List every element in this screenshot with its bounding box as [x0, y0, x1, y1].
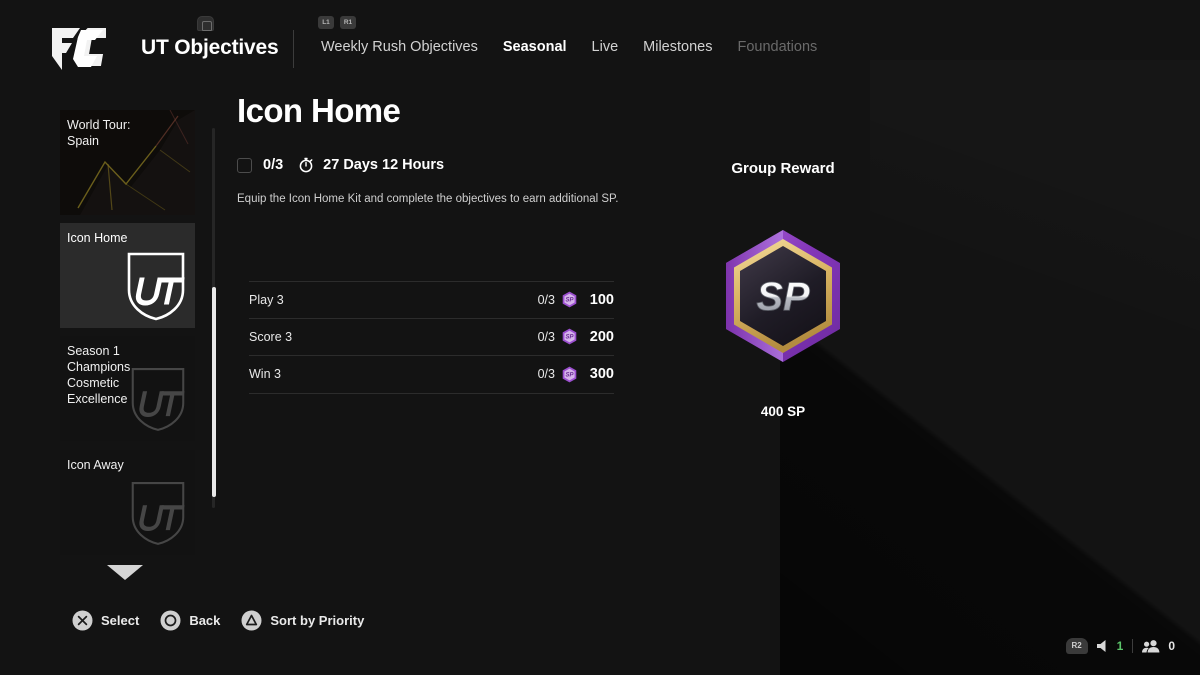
stopwatch-icon — [298, 157, 314, 173]
action-sort-by-priority[interactable]: Sort by Priority — [241, 610, 364, 631]
ea-fc-logo-icon — [50, 26, 106, 72]
ut-shield-icon — [125, 250, 187, 322]
reward-amount: 400 SP — [760, 404, 806, 419]
tab-foundations[interactable]: Foundations — [737, 39, 817, 55]
app-header: UT Objectives L1 R1 Weekly Rush Objectiv… — [0, 0, 1200, 86]
objective-progress: 0/3 — [263, 157, 284, 173]
svg-text:SP: SP — [565, 372, 574, 378]
voice-chat-count: 1 — [1116, 639, 1124, 653]
objective-name: Score 3 — [249, 329, 293, 344]
objective-meta: 0/3 27 Days 12 Hours — [237, 155, 637, 175]
sp-token-icon: SP — [562, 366, 577, 383]
objective-reward-group: 0/3 SP 300 — [538, 366, 614, 383]
r1-button-icon[interactable]: R1 — [340, 16, 356, 29]
sidebar-item-icon-home[interactable]: Icon Home — [60, 223, 195, 328]
tab-weekly-rush-objectives[interactable]: Weekly Rush Objectives — [321, 39, 478, 55]
objective-description: Equip the Icon Home Kit and complete the… — [237, 193, 619, 205]
action-select[interactable]: Select — [72, 610, 139, 631]
tab-seasonal[interactable]: Seasonal — [503, 39, 567, 55]
tab-live[interactable]: Live — [592, 39, 619, 55]
friends-count: 0 — [1168, 639, 1175, 653]
status-divider — [1132, 639, 1134, 653]
objective-row-progress: 0/3 — [537, 292, 555, 307]
people-icon — [1142, 639, 1161, 653]
sp-token-icon: SP — [562, 328, 577, 345]
action-label: Back — [189, 613, 221, 628]
objectives-table: Play 3 0/3 SP 100 Score 3 0/3 SP 200 Win… — [249, 281, 614, 394]
sidebar-item-label: Season 1 Champions Cosmetic Excellence — [67, 344, 131, 406]
table-row[interactable]: Win 3 0/3 SP 300 — [249, 356, 614, 394]
tab-bar: Weekly Rush Objectives Seasonal Live Mil… — [321, 39, 817, 55]
objective-detail-panel: Icon Home 0/3 27 Days 12 Hours Equip the… — [237, 92, 637, 207]
sidebar-item-world-tour-spain[interactable]: World Tour: Spain — [60, 110, 195, 215]
cross-button-icon — [72, 610, 93, 631]
objective-reward-group: 0/3 SP 100 — [538, 291, 614, 308]
svg-text:SP: SP — [565, 335, 574, 341]
sidebar-item-icon-away[interactable]: Icon Away — [60, 450, 195, 555]
header-divider — [293, 30, 294, 68]
page-title: UT Objectives — [141, 36, 279, 59]
speaker-icon — [1095, 639, 1110, 653]
objective-name: Play 3 — [249, 292, 284, 307]
background-highlight — [870, 60, 1200, 360]
tab-milestones[interactable]: Milestones — [643, 39, 712, 55]
circle-button-icon — [160, 610, 181, 631]
sidebar-item-label: Icon Home — [67, 231, 128, 245]
sp-token-icon: SP — [562, 291, 577, 308]
objective-time-remaining: 27 Days 12 Hours — [323, 157, 445, 173]
objective-title: Icon Home — [237, 92, 401, 129]
objective-row-progress: 0/3 — [537, 367, 555, 382]
sidebar-scrollbar-thumb[interactable] — [212, 287, 216, 497]
triangle-button-icon — [241, 610, 262, 631]
completion-checkbox-icon — [237, 157, 252, 173]
status-bar: R2 1 0 — [1065, 638, 1175, 654]
r2-button-icon[interactable]: R2 — [1065, 638, 1088, 654]
chevron-down-icon[interactable] — [107, 565, 143, 580]
sidebar-item-season-1-champions-cosmetic-excellence[interactable]: Season 1 Champions Cosmetic Excellence — [60, 336, 195, 441]
objective-group-sidebar: World Tour: Spain Icon Home Season 1 Cha… — [60, 110, 216, 580]
shoulder-buttons: L1 R1 — [318, 16, 356, 29]
objective-amount: 100 — [589, 291, 614, 308]
svg-text:SP: SP — [756, 275, 810, 319]
group-reward-panel: Group Reward SP 400 SP — [660, 160, 906, 419]
svg-text:SP: SP — [565, 298, 574, 304]
sidebar-item-label: Icon Away — [67, 458, 124, 472]
sp-reward-badge: SP — [660, 228, 906, 364]
lock-badge-icon — [197, 16, 214, 31]
table-row[interactable]: Play 3 0/3 SP 100 — [249, 281, 614, 319]
table-row[interactable]: Score 3 0/3 SP 200 — [249, 319, 614, 356]
action-label: Sort by Priority — [270, 613, 365, 628]
ut-shield-icon — [129, 479, 187, 547]
action-bar: Select Back Sort by Priority — [72, 610, 364, 631]
group-reward-title: Group Reward — [731, 160, 835, 177]
objective-reward-group: 0/3 SP 200 — [538, 328, 614, 345]
objective-name: Win 3 — [249, 367, 281, 382]
action-label: Select — [101, 613, 140, 628]
objective-amount: 200 — [589, 328, 614, 345]
l1-button-icon[interactable]: L1 — [318, 16, 334, 29]
sidebar-item-label: World Tour: Spain — [67, 118, 131, 148]
action-back[interactable]: Back — [160, 610, 220, 631]
objective-row-progress: 0/3 — [537, 329, 555, 344]
objective-amount: 300 — [589, 366, 614, 383]
